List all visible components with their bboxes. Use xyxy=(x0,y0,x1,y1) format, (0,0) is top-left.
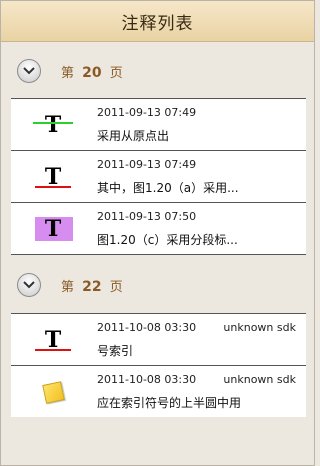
annotation-text: 其中，图1.20（a）采用... xyxy=(97,181,239,195)
annotation-author: unknown sdk xyxy=(223,321,296,334)
chevron-down-icon xyxy=(23,281,35,289)
annotation-row[interactable]: T 2011-10-08 03:30 unknown sdk 号索引 xyxy=(11,314,306,366)
page-prefix: 第 xyxy=(61,65,75,81)
annotation-time: 2011-09-13 07:50 xyxy=(97,210,197,223)
annotation-row[interactable]: 2011-10-08 03:30 unknown sdk 应在索引符号的上半圆中… xyxy=(11,366,306,417)
title-bar: 注释列表 xyxy=(1,1,314,42)
annotation-text: 采用从原点出 xyxy=(97,129,170,143)
underline-red-icon: T xyxy=(31,162,75,192)
highlight-purple-icon: T xyxy=(31,214,75,244)
annotation-text: 号索引 xyxy=(97,344,134,358)
annotation-time: 2011-10-08 03:30 xyxy=(97,373,197,386)
page-suffix: 页 xyxy=(109,279,123,295)
sticky-note-icon xyxy=(31,377,75,407)
section-header-page-20[interactable]: 第 20 页 xyxy=(1,53,314,89)
collapse-section-button[interactable] xyxy=(17,273,41,297)
annotation-time: 2011-09-13 07:49 xyxy=(97,106,197,119)
annotation-text: 应在索引符号的上半圆中用 xyxy=(97,396,242,410)
chevron-down-icon xyxy=(23,67,35,75)
annotation-text: 图1.20（c）采用分段标... xyxy=(97,233,238,247)
annotation-row[interactable]: T 2011-09-13 07:50 图1.20（c）采用分段标... xyxy=(11,203,306,255)
window-title: 注释列表 xyxy=(121,13,194,34)
annotation-row[interactable]: T 2011-09-13 07:49 其中，图1.20（a）采用... xyxy=(11,151,306,203)
strikeout-green-icon: T xyxy=(31,110,75,140)
page-prefix: 第 xyxy=(61,279,75,295)
annotation-row[interactable]: T 2011-09-13 07:49 采用从原点出 xyxy=(11,99,306,151)
annotation-list-screen: 注释列表 第 20 页 T 2011-09-13 07:49 采用从原点出 T … xyxy=(0,0,315,466)
annotation-time: 2011-09-13 07:49 xyxy=(97,158,197,171)
annotation-time: 2011-10-08 03:30 xyxy=(97,321,197,334)
page-number: 22 xyxy=(82,278,102,295)
section-page-label: 第 22 页 xyxy=(61,276,123,295)
collapse-section-button[interactable] xyxy=(17,59,41,83)
section-header-page-22[interactable]: 第 22 页 xyxy=(1,267,314,303)
annotation-list: T 2011-10-08 03:30 unknown sdk 号索引 2011-… xyxy=(11,313,306,417)
section-page-label: 第 20 页 xyxy=(61,62,123,81)
annotation-list: T 2011-09-13 07:49 采用从原点出 T 2011-09-13 0… xyxy=(11,98,306,255)
page-number: 20 xyxy=(82,64,102,81)
page-suffix: 页 xyxy=(109,65,123,81)
underline-red-icon: T xyxy=(31,325,75,355)
annotation-author: unknown sdk xyxy=(223,373,296,386)
